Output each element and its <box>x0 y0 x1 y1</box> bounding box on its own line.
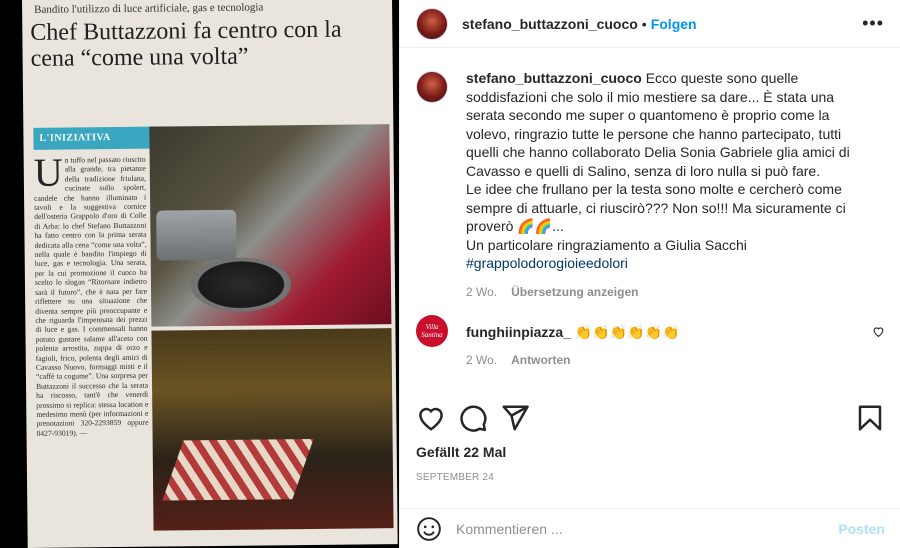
newspaper-article-text: n tuffo nel passato riuscito alla grande… <box>34 154 149 438</box>
add-comment-bar: Posten <box>400 508 900 548</box>
newspaper-photo-diners <box>151 328 394 531</box>
follow-button[interactable]: Folgen <box>651 16 697 32</box>
newspaper-article-body: Un tuffo nel passato riuscito alla grand… <box>34 155 150 536</box>
post-sidebar: stefano_buttazzoni_cuoco • Folgen ••• st… <box>399 0 900 548</box>
newspaper-headline: Chef Buttazzoni fa centro con la cena “c… <box>30 16 342 72</box>
post-image[interactable]: Bandito l'utilizzo di luce artificiale, … <box>0 0 399 548</box>
caption-body: stefano_buttazzoni_cuoco Ecco queste son… <box>466 69 876 299</box>
newspaper-photo-chef-cooking <box>149 124 392 327</box>
comment-username[interactable]: funghiinpiazza_ <box>466 324 571 340</box>
newspaper-kicker: Bandito l'utilizzo di luce artificiale, … <box>34 1 264 16</box>
reply-button[interactable]: Antworten <box>511 353 570 367</box>
caption-time[interactable]: 2 Wo. <box>466 285 497 299</box>
post-date[interactable]: SEPTEMBER 24 <box>416 472 494 483</box>
avatar[interactable] <box>416 7 448 40</box>
share-icon[interactable] <box>500 403 530 433</box>
comment-avatar[interactable]: Villa Santina <box>416 314 448 347</box>
comment-text-block: funghiinpiazza_ 👏👏👏👏👏👏 <box>466 323 872 342</box>
likes-count[interactable]: Gefällt 22 Mal <box>416 444 506 460</box>
action-bar <box>400 398 900 438</box>
caption-meta: 2 Wo. Übersetzung anzeigen <box>466 285 876 299</box>
heart-icon[interactable] <box>416 403 446 433</box>
comment-input[interactable] <box>456 520 839 537</box>
caption-avatar[interactable] <box>416 71 448 103</box>
bookmark-icon[interactable] <box>855 403 885 433</box>
comment-text: 👏👏👏👏👏👏 <box>574 323 680 340</box>
caption-text-2: Le idee che frullano per la testa sono m… <box>466 181 846 234</box>
separator-dot: • <box>641 15 647 32</box>
translate-button[interactable]: Übersetzung anzeigen <box>511 285 638 299</box>
caption-text: Ecco queste sono quelle soddisfazioni ch… <box>466 70 850 179</box>
caption-hashtag[interactable]: #grappolodorogioieedolori <box>466 255 628 271</box>
comment-row: Villa Santina funghiinpiazza_ 👏👏👏👏👏👏 2 W… <box>416 314 885 368</box>
newspaper-dropcap: U <box>33 154 63 195</box>
small-heart-icon[interactable] <box>872 325 885 368</box>
pot-shape <box>156 209 237 261</box>
header-username[interactable]: stefano_buttazzoni_cuoco <box>462 16 638 32</box>
comment-time[interactable]: 2 Wo. <box>466 353 497 367</box>
pan-shape <box>190 257 292 313</box>
emoji-icon[interactable] <box>416 516 442 542</box>
newspaper-clipping: Bandito l'utilizzo di luce artificiale, … <box>22 0 398 548</box>
comment-body: funghiinpiazza_ 👏👏👏👏👏👏 2 Wo. Antworten <box>466 315 872 368</box>
post-header: stefano_buttazzoni_cuoco • Folgen ••• <box>400 0 900 48</box>
newspaper-section-tag: L'INIZIATIVA <box>33 126 162 150</box>
caption-username[interactable]: stefano_buttazzoni_cuoco <box>466 70 642 86</box>
caption-row: stefano_buttazzoni_cuoco Ecco queste son… <box>416 69 885 299</box>
more-icon[interactable]: ••• <box>862 13 884 34</box>
comment-icon[interactable] <box>458 403 488 433</box>
comment-meta: 2 Wo. Antworten <box>466 353 872 367</box>
comments-section: stefano_buttazzoni_cuoco Ecco queste son… <box>400 57 900 391</box>
tablecloth-shape <box>162 438 314 501</box>
caption-text-3: Un particolare ringraziamento a Giulia S… <box>466 236 747 253</box>
post-comment-button[interactable]: Posten <box>838 521 885 537</box>
caption-text-block: stefano_buttazzoni_cuoco Ecco queste son… <box>466 69 876 273</box>
